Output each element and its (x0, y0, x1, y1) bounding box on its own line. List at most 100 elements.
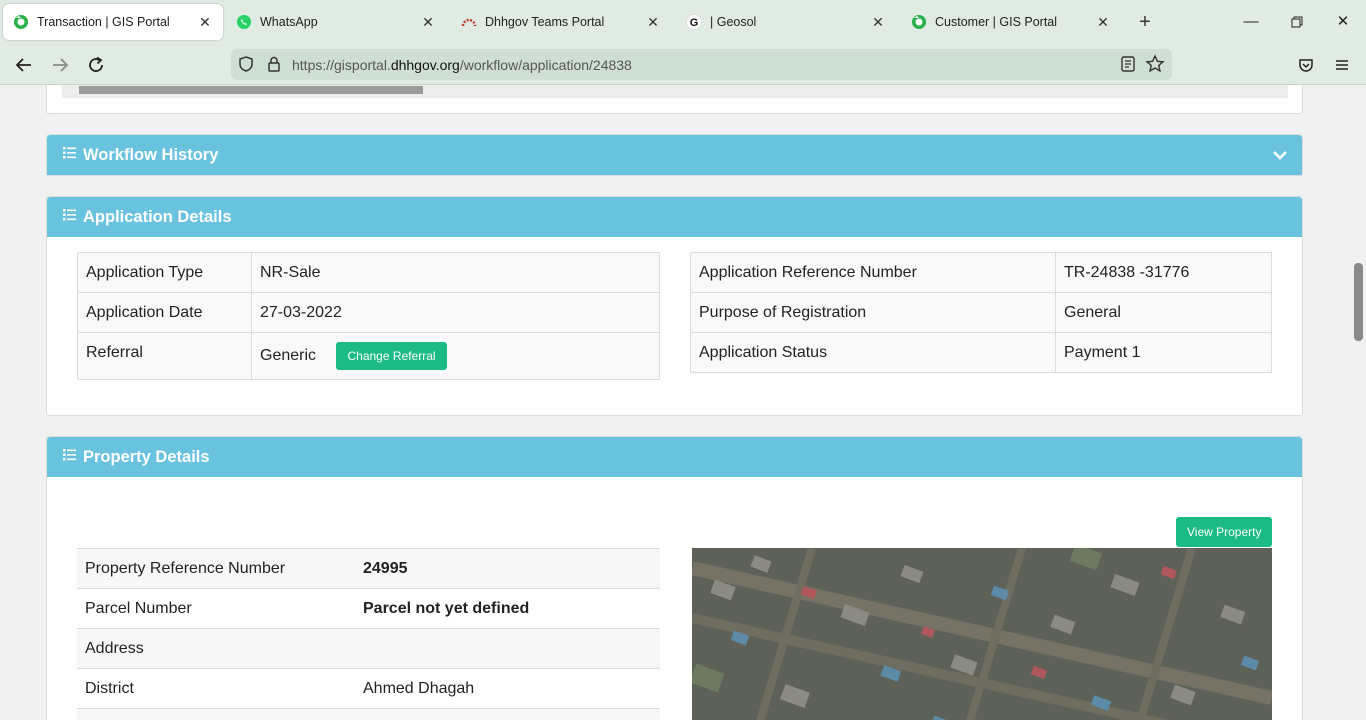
lock-icon[interactable] (265, 55, 283, 73)
field-label: Parcel Number (77, 588, 355, 629)
field-value: Payment 1 (1055, 332, 1272, 373)
table-row: Address (77, 628, 660, 669)
table-row: District Ahmed Dhagah (77, 668, 660, 709)
property-details-card: Property Details View Property Property … (46, 436, 1303, 720)
section-title: Workflow History (83, 145, 219, 164)
url-prefix: https://gisportal. (292, 57, 391, 73)
horizontal-scroll-track[interactable] (62, 85, 1288, 98)
field-label: Purpose of Registration (690, 292, 1056, 333)
close-icon[interactable]: ✕ (420, 14, 436, 31)
close-icon[interactable]: ✕ (870, 14, 886, 31)
gis-portal-icon (911, 14, 927, 30)
browser-nav-bar: https://gisportal.dhhgov.org/workflow/ap… (0, 44, 1366, 85)
url-text[interactable]: https://gisportal.dhhgov.org/workflow/ap… (292, 57, 632, 73)
vertical-scrollbar[interactable] (1352, 85, 1366, 720)
property-details-header: Property Details (47, 437, 1302, 477)
tab-teams-portal[interactable]: Dhhgov Teams Portal ✕ (451, 4, 671, 40)
field-label: Application Reference Number (690, 252, 1056, 293)
tab-title: Dhhgov Teams Portal (485, 15, 605, 29)
tab-title: WhatsApp (260, 15, 318, 29)
table-row: Parcel Number Parcel not yet defined (77, 588, 660, 629)
page-content: Workflow History Application Details App… (0, 85, 1352, 720)
field-value: Ahmed Dhagah (355, 668, 660, 709)
field-label: Application Type (77, 252, 252, 293)
field-value: Generic Change Referral (251, 332, 660, 380)
field-label: Application Status (690, 332, 1056, 373)
close-icon[interactable]: ✕ (197, 14, 213, 31)
referral-value: Generic (260, 347, 317, 365)
chevron-down-icon[interactable] (1272, 147, 1288, 163)
tab-title: | Geosol (710, 15, 757, 29)
url-path: /workflow/application/24838 (459, 57, 632, 73)
back-arrow-icon[interactable] (11, 52, 37, 78)
close-icon[interactable]: ✕ (645, 14, 661, 31)
shield-icon[interactable] (237, 55, 255, 73)
field-label: Referral (77, 332, 252, 380)
reader-view-icon[interactable] (1119, 55, 1137, 73)
table-row: Application Type NR-Sale (77, 252, 660, 293)
teams-portal-icon (461, 14, 477, 30)
tab-geosol[interactable]: G | Geosol ✕ (676, 4, 896, 40)
property-details-table: Property Reference Number 24995 Parcel N… (77, 548, 660, 720)
tab-whatsapp[interactable]: WhatsApp ✕ (226, 4, 446, 40)
restore-icon[interactable] (1284, 10, 1310, 34)
field-value: TR-24838 -31776 (1055, 252, 1272, 293)
browser-tab-bar: Transaction | GIS Portal ✕ WhatsApp ✕ Dh… (0, 0, 1366, 44)
table-row: Referral Generic Change Referral (77, 332, 660, 380)
section-title: Application Details (83, 207, 232, 226)
address-bar[interactable]: https://gisportal.dhhgov.org/workflow/ap… (231, 49, 1172, 80)
field-label: District (77, 668, 355, 709)
pocket-icon[interactable] (1293, 52, 1319, 78)
field-label: Property Reference Number (77, 548, 355, 589)
property-satellite-map[interactable] (692, 548, 1272, 720)
field-value: 24995 (355, 548, 660, 589)
previous-section-card (46, 85, 1303, 114)
field-value (355, 708, 660, 720)
tab-title: Customer | GIS Portal (935, 15, 1058, 29)
application-details-right-table: Application Reference Number TR-24838 -3… (690, 252, 1272, 373)
list-icon (63, 209, 76, 221)
application-details-left-table: Application Type NR-Sale Application Dat… (77, 252, 660, 380)
field-label: Application Date (77, 292, 252, 333)
field-value (355, 628, 660, 669)
window-close-icon[interactable]: ✕ (1330, 10, 1356, 34)
table-row: Application Reference Number TR-24838 -3… (690, 252, 1272, 293)
svg-text:G: G (690, 17, 699, 29)
table-row: Property Reference Number 24995 (77, 548, 660, 589)
application-details-header: Application Details (47, 197, 1302, 237)
tab-title: Transaction | GIS Portal (37, 15, 170, 29)
new-tab-plus-icon[interactable]: + (1134, 10, 1156, 34)
tab-customer[interactable]: Customer | GIS Portal ✕ (901, 4, 1121, 40)
table-row: Purpose of Registration General (690, 292, 1272, 333)
table-row: Application Date 27-03-2022 (77, 292, 660, 333)
bookmark-star-icon[interactable] (1145, 54, 1165, 74)
tab-transaction[interactable]: Transaction | GIS Portal ✕ (3, 4, 223, 40)
url-domain: dhhgov.org (390, 57, 460, 73)
list-icon (63, 449, 76, 461)
view-property-button[interactable]: View Property (1176, 517, 1273, 547)
table-row: Application Status Payment 1 (690, 332, 1272, 373)
field-label: Address (77, 628, 355, 669)
close-icon[interactable]: ✕ (1095, 14, 1111, 31)
field-value: General (1055, 292, 1272, 333)
section-title: Property Details (83, 447, 210, 466)
workflow-history-header[interactable]: Workflow History (47, 135, 1302, 175)
list-icon (63, 147, 76, 159)
field-label (77, 708, 355, 720)
gis-portal-icon (13, 14, 29, 30)
satellite-imagery (692, 548, 1272, 720)
hamburger-menu-icon[interactable] (1329, 52, 1355, 78)
minimize-icon[interactable]: — (1238, 10, 1264, 34)
field-value: NR-Sale (251, 252, 660, 293)
forward-arrow-icon[interactable] (47, 52, 73, 78)
whatsapp-icon (236, 14, 252, 30)
change-referral-button[interactable]: Change Referral (336, 342, 447, 370)
field-value: 27-03-2022 (251, 292, 660, 333)
field-value: Parcel not yet defined (355, 588, 660, 629)
vertical-scroll-thumb[interactable] (1354, 263, 1363, 341)
table-row (77, 708, 660, 720)
reload-icon[interactable] (83, 52, 109, 78)
application-details-card: Application Details Application Type NR-… (46, 196, 1303, 416)
google-icon: G (686, 14, 702, 30)
horizontal-scroll-thumb[interactable] (79, 86, 423, 94)
